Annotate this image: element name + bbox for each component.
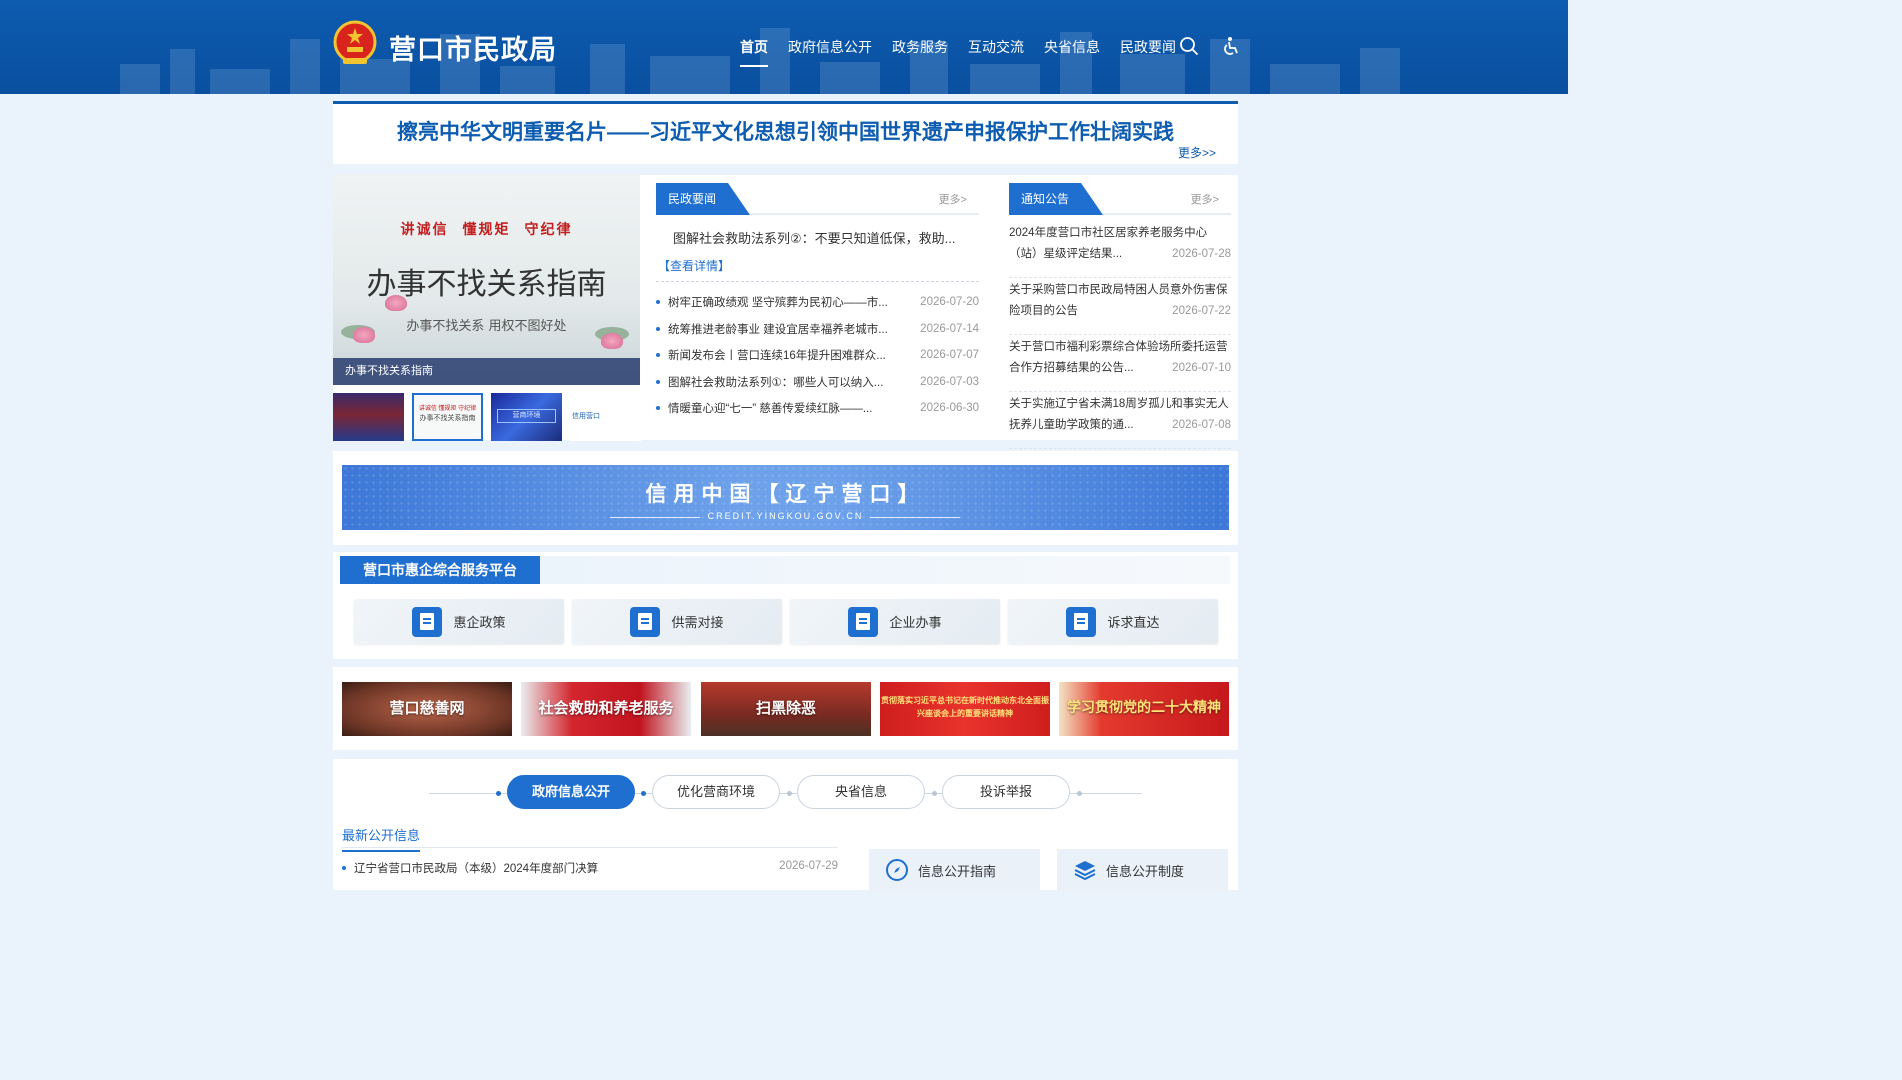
appeal-button[interactable]: 诉求直达 — [1008, 599, 1218, 644]
minzheng-news-more[interactable]: 更多> — [939, 191, 967, 207]
tab-dot — [787, 791, 792, 796]
minzheng-news-list: 树牢正确政绩观 坚守殡葬为民初心——市... 2026-07-20 统筹推进老龄事… — [656, 289, 979, 422]
latest-divider — [342, 847, 838, 848]
nav-gov-info[interactable]: 政府信息公开 — [788, 37, 872, 67]
minzheng-news-tab[interactable]: 民政要闻 — [656, 183, 750, 215]
platform-title[interactable]: 营口市惠企综合服务平台 — [340, 556, 540, 584]
lotus-decoration — [601, 333, 623, 349]
nav-news[interactable]: 民政要闻 — [1120, 37, 1176, 67]
news-item[interactable]: 树牢正确政绩观 坚守殡葬为民初心——市... 2026-07-20 — [656, 289, 979, 316]
enterprise-platform: 营口市惠企综合服务平台 惠企政策 供需对接 企业办事 诉求直达 — [333, 552, 1238, 659]
topic-revitalization[interactable]: 贯彻落实习近平总书记在新时代推动东北全面振兴座谈会上的重要讲话精神 — [880, 682, 1050, 736]
news-item[interactable]: 情暖童心迎“七一” 慈善传爱续红脉——... 2026-06-30 — [656, 395, 979, 422]
thumbnail-2-title: 办事不找关系指南 — [419, 415, 476, 422]
slide-seals: 讲诚信 懂规矩 守纪律 — [333, 219, 640, 239]
nav-central-info[interactable]: 央省信息 — [1044, 37, 1100, 67]
image-slider[interactable]: 讲诚信 懂规矩 守纪律 办事不找关系指南 办事不找关系 用权不图好处 办事不找关… — [333, 175, 640, 385]
slider-thumbnails: 讲诚信 懂规矩 守纪律 办事不找关系指南 营商环境 信用营口 — [333, 393, 641, 441]
seal-3: 守纪律 — [524, 222, 573, 238]
compass-icon — [886, 859, 908, 881]
site-header: 营口市民政局 首页 政府信息公开 政务服务 互动交流 央省信息 民政要闻 — [0, 0, 1568, 94]
news-section: 讲诚信 懂规矩 守纪律 办事不找关系指南 办事不找关系 用权不图好处 办事不找关… — [333, 175, 1238, 449]
notice-item[interactable]: 2024年度营口市社区居家养老服务中心（站）星级评定结果... 2026-07-2… — [1009, 221, 1231, 278]
latest-item[interactable]: 辽宁省营口市民政局（本级）2024年度部门决算 2026-07-29 — [342, 860, 838, 876]
focus-news-title[interactable]: 图解社会救助法系列②：不要只知道低保，救助... — [673, 228, 956, 247]
focus-news-detail-link[interactable]: 【查看详情】 — [658, 257, 730, 274]
news-item[interactable]: 图解社会救助法系列①：哪些人可以纳入... 2026-07-03 — [656, 369, 979, 396]
topic-social-aid[interactable]: 社会救助和养老服务 — [521, 682, 691, 736]
form-icon — [1066, 606, 1097, 637]
search-icon[interactable] — [1179, 36, 1199, 56]
building-icon — [848, 606, 879, 637]
credit-banner-container: 信用中国【辽宁营口】 CREDIT.YINGKOU.GOV.CN — [333, 451, 1238, 545]
credit-banner-url: CREDIT.YINGKOU.GOV.CN — [707, 511, 864, 521]
nav-interaction[interactable]: 互动交流 — [968, 37, 1024, 67]
minzheng-news-header: 民政要闻 更多> — [656, 183, 979, 215]
seal-1: 讲诚信 — [400, 222, 449, 238]
tab-complaint[interactable]: 投诉举报 — [942, 775, 1070, 809]
thumbnail-3-text: 营商环境 — [497, 409, 556, 423]
nav-home[interactable]: 首页 — [740, 37, 768, 67]
notices-list: 2024年度营口市社区居家养老服务中心（站）星级评定结果... 2026-07-2… — [1009, 221, 1231, 449]
tab-business-env[interactable]: 优化营商环境 — [652, 775, 780, 809]
notices-more[interactable]: 更多> — [1191, 191, 1219, 207]
supply-demand-button[interactable]: 供需对接 — [572, 599, 782, 644]
tab-dot — [932, 791, 937, 796]
info-guide-button[interactable]: 信息公开指南 — [869, 849, 1040, 891]
national-emblem-icon[interactable] — [332, 20, 378, 68]
headline-banner: 擦亮中华文明重要名片——习近平文化思想引领中国世界遗产申报保护工作壮阔实践 更多… — [333, 101, 1238, 164]
thumbnail-4[interactable]: 信用营口 — [570, 393, 641, 441]
thumbnail-2[interactable]: 讲诚信 懂规矩 守纪律 办事不找关系指南 — [412, 393, 483, 441]
credit-banner-title: 信用中国【辽宁营口】 — [645, 481, 926, 506]
accessibility-icon[interactable] — [1221, 36, 1241, 56]
lotus-decoration — [385, 295, 407, 311]
thumbnail-3[interactable]: 营商环境 — [491, 393, 562, 441]
topic-charity[interactable]: 营口慈善网 — [342, 682, 512, 736]
tab-central-info[interactable]: 央省信息 — [797, 775, 925, 809]
tab-dot — [1077, 791, 1082, 796]
document-icon — [412, 606, 443, 637]
nav-services[interactable]: 政务服务 — [892, 37, 948, 67]
notices-header: 通知公告 更多> — [1009, 183, 1231, 215]
notice-item[interactable]: 关于实施辽宁省未满18周岁孤儿和事实无人抚养儿童助学政策的通... 2026-07… — [1009, 392, 1231, 449]
enterprise-affairs-button[interactable]: 企业办事 — [790, 599, 1000, 644]
tab-dot — [641, 791, 646, 796]
topic-party-congress[interactable]: 学习贯彻党的二十大精神 — [1059, 682, 1229, 736]
tab-dot — [496, 791, 501, 796]
handshake-icon — [630, 606, 661, 637]
notices-tab[interactable]: 通知公告 — [1009, 183, 1103, 215]
tab-gov-info[interactable]: 政府信息公开 — [507, 775, 635, 809]
layers-icon — [1074, 861, 1096, 881]
topic-banners: 营口慈善网 社会救助和养老服务 扫黑除恶 贯彻落实习近平总书记在新时代推动东北全… — [333, 667, 1238, 750]
thumbnail-2-seals: 讲诚信 懂规矩 守纪律 — [418, 406, 477, 412]
topic-anti-crime[interactable]: 扫黑除恶 — [701, 682, 871, 736]
headline-title[interactable]: 擦亮中华文明重要名片——习近平文化思想引领中国世界遗产申报保护工作壮阔实践 — [333, 116, 1238, 146]
notice-item[interactable]: 关于采购营口市民政局特困人员意外伤害保险项目的公告 2026-07-22 — [1009, 278, 1231, 335]
platform-items: 惠企政策 供需对接 企业办事 诉求直达 — [354, 599, 1218, 644]
gov-info-section: 政府信息公开 优化营商环境 央省信息 投诉举报 最新公开信息 辽宁省营口市民政局… — [333, 759, 1238, 891]
lotus-decoration — [353, 327, 375, 343]
slide-main-text: 办事不找关系指南 — [366, 267, 607, 302]
thumbnail-4-text: 信用营口 — [572, 413, 600, 420]
notice-item[interactable]: 关于营口市福利彩票综合体验场所委托运营合作方招募结果的公告... 2026-07-… — [1009, 335, 1231, 392]
headline-more-link[interactable]: 更多>> — [1178, 144, 1216, 161]
info-system-button[interactable]: 信息公开制度 — [1057, 849, 1228, 891]
news-item[interactable]: 统筹推进老龄事业 建设宜居幸福养老城市... 2026-07-14 — [656, 316, 979, 343]
policy-button[interactable]: 惠企政策 — [354, 599, 564, 644]
slide-sub-text: 办事不找关系 用权不图好处 — [406, 319, 567, 334]
main-nav: 首页 政府信息公开 政务服务 互动交流 央省信息 民政要闻 — [740, 37, 1196, 67]
site-title[interactable]: 营口市民政局 — [389, 28, 557, 67]
divider — [656, 281, 979, 282]
seal-2: 懂规矩 — [462, 222, 511, 238]
thumbnail-1[interactable] — [333, 393, 404, 441]
news-item[interactable]: 新闻发布会丨营口连续16年提升困难群众... 2026-07-07 — [656, 342, 979, 369]
credit-china-banner[interactable]: 信用中国【辽宁营口】 CREDIT.YINGKOU.GOV.CN — [342, 465, 1229, 530]
platform-header: 营口市惠企综合服务平台 — [340, 556, 1230, 584]
slide-caption[interactable]: 办事不找关系指南 — [333, 358, 640, 385]
